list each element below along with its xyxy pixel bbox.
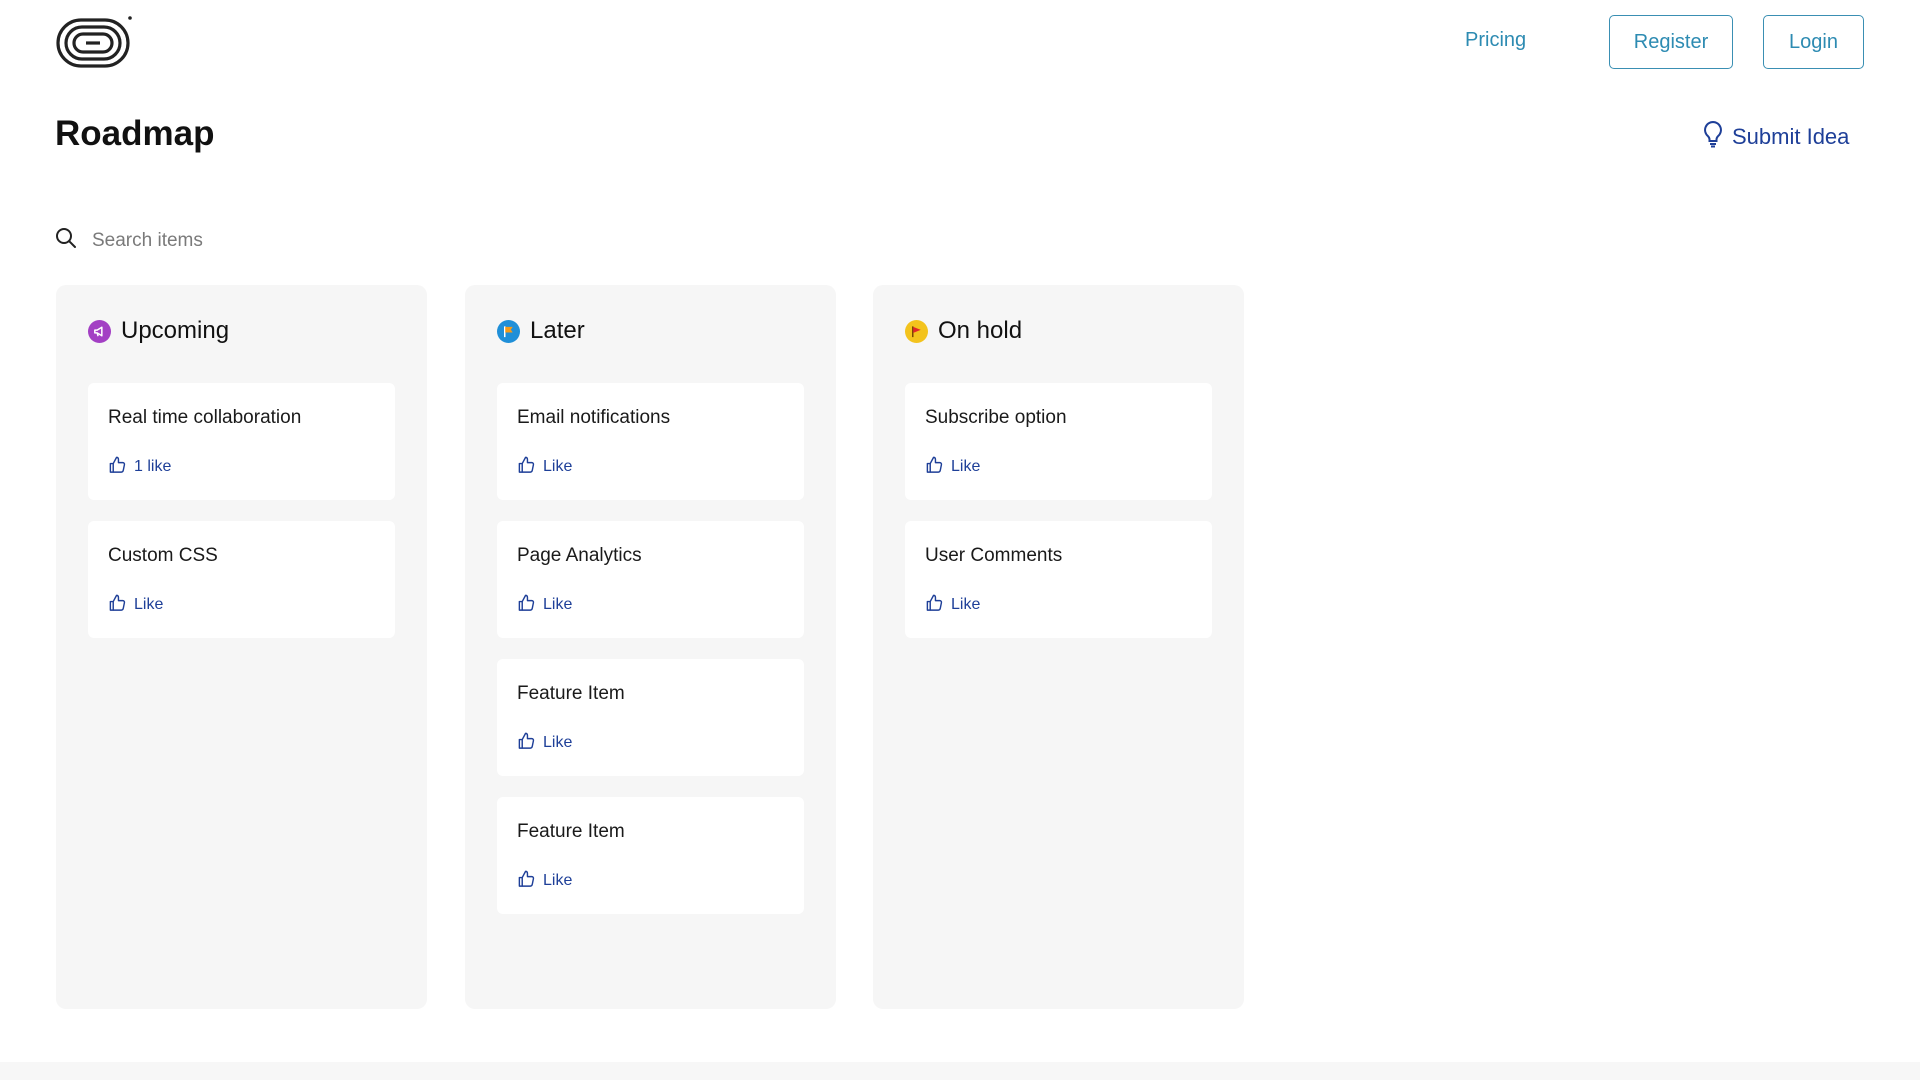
- thumbs-up-icon: [108, 455, 127, 479]
- like-button[interactable]: 1 like: [108, 455, 171, 479]
- roadmap-card[interactable]: Real time collaboration 1 like: [88, 383, 395, 500]
- roadmap-card[interactable]: Subscribe option Like: [905, 383, 1212, 500]
- card-title: Subscribe option: [925, 407, 1067, 428]
- brand-logo-icon[interactable]: [54, 14, 134, 70]
- page-title: Roadmap: [55, 114, 215, 153]
- like-label: Like: [543, 872, 573, 889]
- column-title: Upcoming: [121, 317, 230, 344]
- column-header: Later: [497, 317, 585, 345]
- card-title: Custom CSS: [108, 545, 218, 566]
- card-title: Page Analytics: [517, 545, 642, 566]
- like-button[interactable]: Like: [925, 455, 980, 479]
- register-button[interactable]: Register: [1609, 15, 1733, 69]
- search-input[interactable]: [90, 228, 490, 253]
- thumbs-up-icon: [925, 455, 944, 479]
- login-button[interactable]: Login: [1763, 15, 1864, 69]
- column-title: Later: [530, 317, 585, 344]
- roadmap-column-later: Later Email notifications Like Page Anal…: [465, 285, 836, 1009]
- like-button[interactable]: Like: [517, 455, 572, 479]
- like-label: Like: [951, 596, 981, 613]
- like-label: 1 like: [134, 458, 172, 475]
- submit-idea-button[interactable]: Submit Idea: [1702, 120, 1849, 154]
- like-label: Like: [134, 596, 164, 613]
- flag-icon: [905, 319, 928, 343]
- footer-band: [0, 1062, 1920, 1080]
- column-header: Upcoming: [88, 317, 229, 345]
- card-list: Email notifications Like Page Analytics: [497, 383, 804, 935]
- top-header: Pricing Register Login: [0, 0, 1920, 86]
- roadmap-card[interactable]: Email notifications Like: [497, 383, 804, 500]
- card-title: Feature Item: [517, 683, 625, 704]
- like-button[interactable]: Like: [517, 731, 572, 755]
- column-title: On hold: [938, 317, 1023, 344]
- column-header: On hold: [905, 317, 1022, 345]
- like-label: Like: [543, 734, 573, 751]
- roadmap-card[interactable]: Custom CSS Like: [88, 521, 395, 638]
- roadmap-card[interactable]: Feature Item Like: [497, 659, 804, 776]
- lightbulb-icon: [1702, 120, 1724, 154]
- thumbs-up-icon: [108, 593, 127, 617]
- megaphone-icon: [88, 319, 111, 343]
- like-button[interactable]: Like: [517, 593, 572, 617]
- thumbs-up-icon: [517, 869, 536, 893]
- roadmap-column-upcoming: Upcoming Real time collaboration 1 like …: [56, 285, 427, 1009]
- thumbs-up-icon: [517, 455, 536, 479]
- roadmap-card[interactable]: Feature Item Like: [497, 797, 804, 914]
- nav-pricing-link[interactable]: Pricing: [1465, 29, 1526, 52]
- like-button[interactable]: Like: [517, 869, 572, 893]
- thumbs-up-icon: [517, 593, 536, 617]
- like-label: Like: [951, 458, 981, 475]
- roadmap-column-on-hold: On hold Subscribe option Like User Comme…: [873, 285, 1244, 1009]
- roadmap-card[interactable]: User Comments Like: [905, 521, 1212, 638]
- thumbs-up-icon: [925, 593, 944, 617]
- flag-icon: [497, 319, 520, 343]
- card-title: Email notifications: [517, 407, 671, 428]
- thumbs-up-icon: [517, 731, 536, 755]
- search-bar: [54, 226, 490, 255]
- roadmap-card[interactable]: Page Analytics Like: [497, 521, 804, 638]
- card-list: Real time collaboration 1 like Custom CS…: [88, 383, 395, 659]
- card-title: Feature Item: [517, 821, 625, 842]
- like-button[interactable]: Like: [925, 593, 980, 617]
- search-icon: [54, 226, 78, 255]
- card-list: Subscribe option Like User Comments Like: [905, 383, 1212, 659]
- like-button[interactable]: Like: [108, 593, 163, 617]
- card-title: Real time collaboration: [108, 407, 302, 428]
- like-label: Like: [543, 458, 573, 475]
- submit-idea-label: Submit Idea: [1732, 124, 1850, 149]
- like-label: Like: [543, 596, 573, 613]
- card-title: User Comments: [925, 545, 1063, 566]
